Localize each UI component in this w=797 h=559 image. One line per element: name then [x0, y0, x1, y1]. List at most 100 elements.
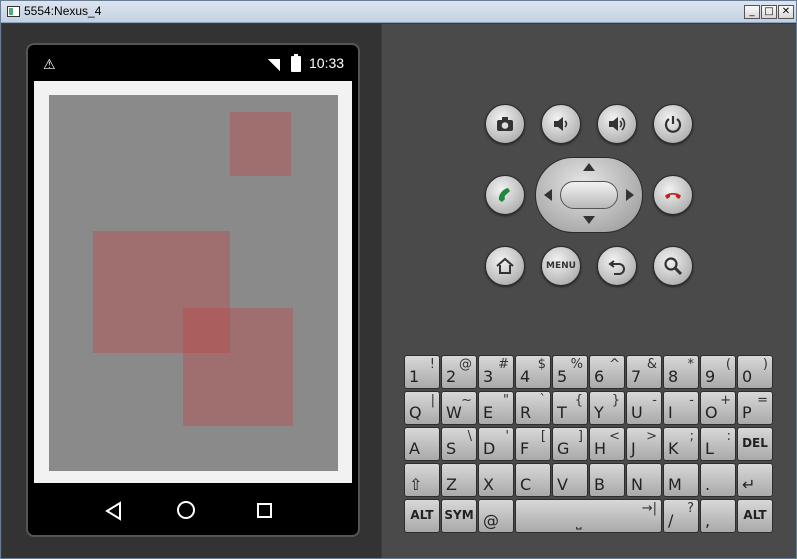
key-alt-label: ' — [505, 429, 509, 444]
nav-recent-apps-icon[interactable] — [257, 503, 272, 518]
key-alt[interactable]: ALT — [404, 499, 440, 533]
key-n[interactable]: N — [626, 463, 662, 497]
power-button[interactable] — [653, 104, 693, 144]
back-button[interactable] — [597, 246, 637, 286]
minimize-button[interactable]: _ — [744, 5, 760, 19]
key-.[interactable]: . — [700, 463, 736, 497]
key-t[interactable]: T{ — [552, 391, 588, 425]
key-m[interactable]: M — [663, 463, 699, 497]
key-v[interactable]: V — [552, 463, 588, 497]
key-alt-label: - — [689, 393, 694, 408]
overlay-rectangle[interactable] — [183, 308, 293, 426]
signal-icon — [268, 59, 280, 71]
dpad-center-button[interactable] — [560, 181, 618, 209]
overlay-rectangle[interactable] — [230, 112, 291, 176]
key-1[interactable]: 1! — [404, 355, 440, 389]
key-alt-label: | — [430, 393, 435, 408]
menu-button[interactable]: MENU — [541, 246, 581, 286]
search-button[interactable] — [653, 246, 693, 286]
key-y[interactable]: Y} — [589, 391, 625, 425]
dpad-down-icon[interactable] — [583, 216, 595, 224]
key-j[interactable]: J > — [626, 427, 662, 461]
dpad-left-icon[interactable] — [544, 189, 552, 201]
key-label: 0 — [742, 367, 753, 386]
key-label: 1 — [409, 367, 420, 386]
key-r[interactable]: R ` — [515, 391, 551, 425]
key-6[interactable]: 6 ^ — [589, 355, 625, 389]
key-c[interactable]: C — [515, 463, 551, 497]
call-button[interactable] — [485, 175, 525, 215]
key-f[interactable]: F[ — [515, 427, 551, 461]
key-g[interactable]: G] — [552, 427, 588, 461]
key-label: M — [668, 475, 682, 494]
key-del[interactable]: DEL — [737, 427, 773, 461]
key-h[interactable]: H < — [589, 427, 625, 461]
key-space[interactable]: ⎵ →| — [515, 499, 662, 533]
dpad-right-icon[interactable] — [626, 189, 634, 201]
home-button[interactable] — [485, 246, 525, 286]
volume-up-button[interactable] — [597, 104, 637, 144]
key-alt-label: # — [498, 357, 509, 372]
key-l[interactable]: L: — [700, 427, 736, 461]
key-4[interactable]: 4 $ — [515, 355, 551, 389]
key-o[interactable]: O + — [700, 391, 736, 425]
key-,[interactable]: , — [700, 499, 736, 533]
key-9[interactable]: 9( — [700, 355, 736, 389]
key-label: 4 — [520, 367, 531, 386]
key-label: 2 — [446, 367, 457, 386]
key-2[interactable]: 2 @ — [441, 355, 477, 389]
key-b[interactable]: B — [589, 463, 625, 497]
key-alt-label: ] — [577, 429, 583, 444]
key-e[interactable]: E " — [478, 391, 514, 425]
search-icon — [664, 257, 683, 276]
key-x[interactable]: X — [478, 463, 514, 497]
call-icon — [498, 188, 510, 202]
key-3[interactable]: 3 # — [478, 355, 514, 389]
maximize-button[interactable]: □ — [761, 5, 777, 19]
key-label: 6 — [594, 367, 605, 386]
end-call-button[interactable] — [653, 175, 693, 215]
key-p[interactable]: P = — [737, 391, 773, 425]
key-q[interactable]: Q | — [404, 391, 440, 425]
key-label: K — [668, 439, 679, 458]
key-alt-label: @ — [459, 357, 472, 372]
key-k[interactable]: K; — [663, 427, 699, 461]
key-label: N — [631, 475, 643, 494]
key-alt-label: →| — [641, 501, 657, 516]
title-bar[interactable]: 5554:Nexus_4 _ □ ✕ — [1, 1, 796, 23]
key-⇧[interactable]: ⇧ — [404, 463, 440, 497]
navigation-bar — [28, 485, 358, 535]
key-label: . — [705, 475, 711, 494]
volume-down-button[interactable] — [541, 104, 581, 144]
key-w[interactable]: W ~ — [441, 391, 477, 425]
key-7[interactable]: 7 & — [626, 355, 662, 389]
dpad[interactable] — [535, 157, 643, 233]
key-/[interactable]: /? — [663, 499, 699, 533]
volume-up-icon — [609, 117, 626, 131]
key-label: / — [668, 511, 674, 530]
key-i[interactable]: I- — [663, 391, 699, 425]
key-alt-label: { — [574, 393, 583, 408]
dpad-up-icon[interactable] — [583, 163, 595, 171]
key-alt[interactable]: ALT — [737, 499, 773, 533]
drawing-canvas[interactable] — [49, 95, 338, 471]
key-d[interactable]: D ' — [478, 427, 514, 461]
key-label: ALT — [743, 508, 767, 522]
key-s[interactable]: S \ — [441, 427, 477, 461]
nav-home-icon[interactable] — [177, 501, 195, 519]
camera-button[interactable] — [485, 104, 525, 144]
key-@[interactable]: @ — [478, 499, 514, 533]
key-sym[interactable]: SYM — [441, 499, 477, 533]
nav-back-icon[interactable] — [104, 501, 124, 521]
key-↵[interactable]: ↵ — [737, 463, 773, 497]
key-u[interactable]: U- — [626, 391, 662, 425]
key-label: R — [520, 403, 532, 422]
key-a[interactable]: A — [404, 427, 440, 461]
close-button[interactable]: ✕ — [778, 5, 794, 19]
key-label: E — [483, 403, 494, 422]
key-8[interactable]: 8 * — [663, 355, 699, 389]
key-z[interactable]: Z — [441, 463, 477, 497]
key-0[interactable]: 0) — [737, 355, 773, 389]
key-alt-label: - — [652, 393, 657, 408]
key-5[interactable]: 5% — [552, 355, 588, 389]
